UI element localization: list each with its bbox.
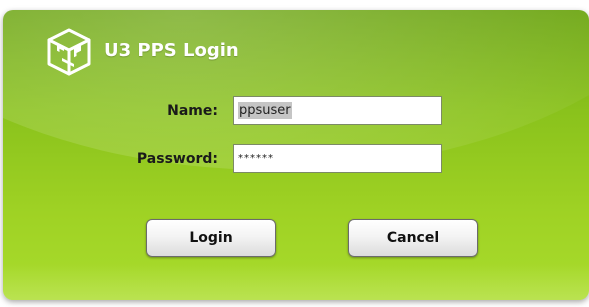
password-field[interactable]: ******: [233, 144, 442, 173]
login-button[interactable]: Login: [146, 219, 276, 257]
pps-cube-logo-icon: [47, 28, 91, 76]
name-field-value: ppsuser: [238, 102, 292, 119]
name-field[interactable]: ppsuser: [233, 96, 442, 125]
password-field-value: ******: [238, 153, 274, 164]
password-label: Password:: [136, 151, 218, 167]
name-label: Name:: [167, 103, 218, 119]
cancel-button[interactable]: Cancel: [348, 219, 478, 257]
dialog-bottom-band: [3, 264, 589, 300]
dialog-title: U3 PPS Login: [104, 40, 239, 61]
